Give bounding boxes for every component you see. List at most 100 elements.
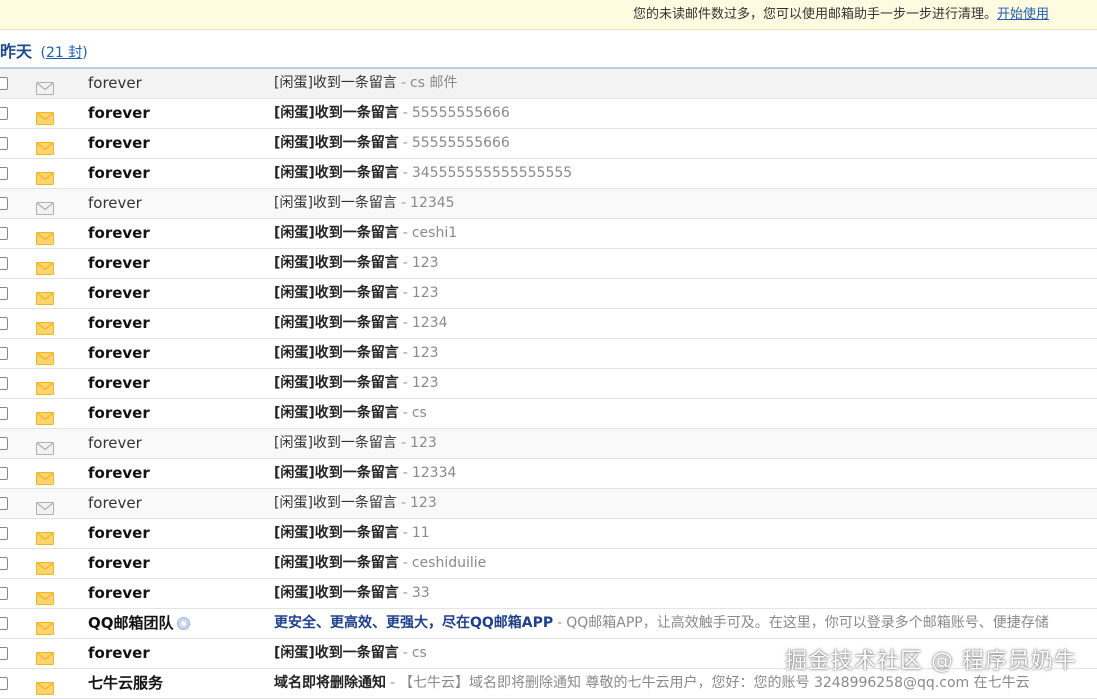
mail-sender[interactable]: QQ邮箱团队 [88,609,268,638]
mail-sender[interactable]: forever [88,339,268,368]
mail-checkbox[interactable] [0,227,8,240]
mail-sender[interactable]: forever [88,429,268,458]
mail-checkbox[interactable] [0,257,8,270]
mail-sender-name: forever [88,374,150,392]
mail-row[interactable]: forever [闲蛋]收到一条留言 -12334 [0,459,1097,489]
mail-row[interactable]: QQ邮箱团队 更安全、更高效、更强大，尽在QQ邮箱APP - QQ邮箱APP，让高效触… [0,609,1097,639]
mail-sender[interactable]: forever [88,579,268,608]
start-using-link[interactable]: 开始使用 [997,7,1049,22]
subject-separator: - [402,225,408,241]
mail-checkbox[interactable] [0,317,8,330]
mail-subject-line[interactable]: [闲蛋]收到一条留言 -11 [274,519,1097,548]
mail-row[interactable]: forever [闲蛋]收到一条留言 -345555555555555555 [0,159,1097,189]
mail-checkbox[interactable] [0,557,8,570]
mail-checkbox[interactable] [0,377,8,390]
envelope-unread-icon [36,257,54,275]
mail-sender[interactable]: forever [88,489,268,518]
mail-checkbox[interactable] [0,437,8,450]
mail-sender[interactable]: forever [88,99,268,128]
group-title: 昨天 [0,42,33,61]
mail-subject-line[interactable]: [闲蛋]收到一条留言 - cs 邮件 [274,69,1097,98]
mail-row[interactable]: forever [闲蛋]收到一条留言 -123 [0,339,1097,369]
mail-subject-line[interactable]: [闲蛋]收到一条留言 -12334 [274,459,1097,488]
mail-subject-line[interactable]: [闲蛋]收到一条留言 -123 [274,279,1097,308]
mail-sender[interactable]: 七牛云服务 [88,669,268,698]
mail-checkbox[interactable] [0,647,8,660]
mail-subject-line[interactable]: [闲蛋]收到一条留言 -1234 [274,309,1097,338]
mail-checkbox[interactable] [0,137,8,150]
mail-sender[interactable]: forever [88,519,268,548]
mail-sender[interactable]: forever [88,309,268,338]
mail-sender[interactable]: forever [88,219,268,248]
mail-subject: [闲蛋]收到一条留言 [274,315,399,331]
mail-subject-line[interactable]: [闲蛋]收到一条留言 - ceshiduilie [274,549,1097,578]
mail-subject: [闲蛋]收到一条留言 [274,375,399,391]
mail-subject-line[interactable]: [闲蛋]收到一条留言 -123 [274,339,1097,368]
mail-row[interactable]: forever [闲蛋]收到一条留言 -123 [0,369,1097,399]
mail-checkbox[interactable] [0,107,8,120]
subject-separator: - [402,285,408,301]
mail-row[interactable]: forever [闲蛋]收到一条留言 - ceshiduilie [0,549,1097,579]
mail-row[interactable]: forever [闲蛋]收到一条留言 -12345 [0,189,1097,219]
mail-sender-name: forever [88,494,142,512]
subject-separator: - [402,165,408,181]
mail-row[interactable]: forever [闲蛋]收到一条留言 - cs [0,399,1097,429]
mail-sender[interactable]: forever [88,639,268,668]
mail-checkbox[interactable] [0,407,8,420]
mail-checkbox[interactable] [0,587,8,600]
mail-checkbox[interactable] [0,467,8,480]
mail-checkbox[interactable] [0,287,8,300]
mail-checkbox[interactable] [0,347,8,360]
mail-checkbox[interactable] [0,527,8,540]
mail-sender[interactable]: forever [88,279,268,308]
mail-row[interactable]: forever [闲蛋]收到一条留言 - ceshi1 [0,219,1097,249]
mail-checkbox[interactable] [0,77,8,90]
mail-sender[interactable]: forever [88,159,268,188]
mail-sender[interactable]: forever [88,249,268,278]
mail-checkbox[interactable] [0,197,8,210]
mail-row[interactable]: forever [闲蛋]收到一条留言 -123 [0,489,1097,519]
mail-subject-line[interactable]: 更安全、更高效、更强大，尽在QQ邮箱APP - QQ邮箱APP，让高效触手可及。在这… [274,609,1097,638]
mail-row[interactable]: forever [闲蛋]收到一条留言 -1234 [0,309,1097,339]
mail-sender[interactable]: forever [88,459,268,488]
mail-checkbox[interactable] [0,677,8,690]
mail-subject-line[interactable]: [闲蛋]收到一条留言 -123 [274,369,1097,398]
mail-row[interactable]: forever [闲蛋]收到一条留言 -55555555666 [0,99,1097,129]
mail-row[interactable]: forever [闲蛋]收到一条留言 - cs 邮件 [0,69,1097,99]
mail-subject-line[interactable]: [闲蛋]收到一条留言 - ceshi1 [274,219,1097,248]
mail-row[interactable]: forever [闲蛋]收到一条留言 -55555555666 [0,129,1097,159]
mail-sender-name: forever [88,104,150,122]
envelope-unread-icon [36,557,54,575]
mail-row[interactable]: forever [闲蛋]收到一条留言 -33 [0,579,1097,609]
mail-subject-line[interactable]: [闲蛋]收到一条留言 -33 [274,579,1097,608]
mail-subject: [闲蛋]收到一条留言 [274,285,399,301]
watermark-text: 掘金技术社区 @ 程序员奶牛 [785,649,1077,674]
mail-subject: [闲蛋]收到一条留言 [274,165,399,181]
mail-sender[interactable]: forever [88,369,268,398]
mail-sender[interactable]: forever [88,399,268,428]
mail-row[interactable]: forever [闲蛋]收到一条留言 -123 [0,429,1097,459]
mail-subject-line[interactable]: [闲蛋]收到一条留言 -123 [274,429,1097,458]
mail-preview: 12334 [411,465,457,481]
envelope-unread-icon [36,527,54,545]
mail-checkbox[interactable] [0,167,8,180]
mail-subject-line[interactable]: [闲蛋]收到一条留言 -123 [274,249,1097,278]
envelope-unread-icon [36,467,54,485]
mail-subject-line[interactable]: [闲蛋]收到一条留言 -12345 [274,189,1097,218]
group-count[interactable]: (21 封) [40,45,87,61]
mail-sender[interactable]: forever [88,549,268,578]
mail-sender[interactable]: forever [88,69,268,98]
mail-sender[interactable]: forever [88,129,268,158]
mail-subject-line[interactable]: [闲蛋]收到一条留言 -123 [274,489,1097,518]
mail-row[interactable]: forever [闲蛋]收到一条留言 -123 [0,279,1097,309]
mail-row[interactable]: forever [闲蛋]收到一条留言 -11 [0,519,1097,549]
mail-subject-line[interactable]: [闲蛋]收到一条留言 -55555555666 [274,99,1097,128]
mail-subject-line[interactable]: [闲蛋]收到一条留言 -55555555666 [274,129,1097,158]
mail-sender[interactable]: forever [88,189,268,218]
mail-checkbox[interactable] [0,617,8,630]
mail-subject-line[interactable]: [闲蛋]收到一条留言 -345555555555555555 [274,159,1097,188]
group-count-link[interactable]: 21 封 [46,45,82,61]
mail-subject-line[interactable]: [闲蛋]收到一条留言 - cs [274,399,1097,428]
mail-checkbox[interactable] [0,497,8,510]
mail-row[interactable]: forever [闲蛋]收到一条留言 -123 [0,249,1097,279]
